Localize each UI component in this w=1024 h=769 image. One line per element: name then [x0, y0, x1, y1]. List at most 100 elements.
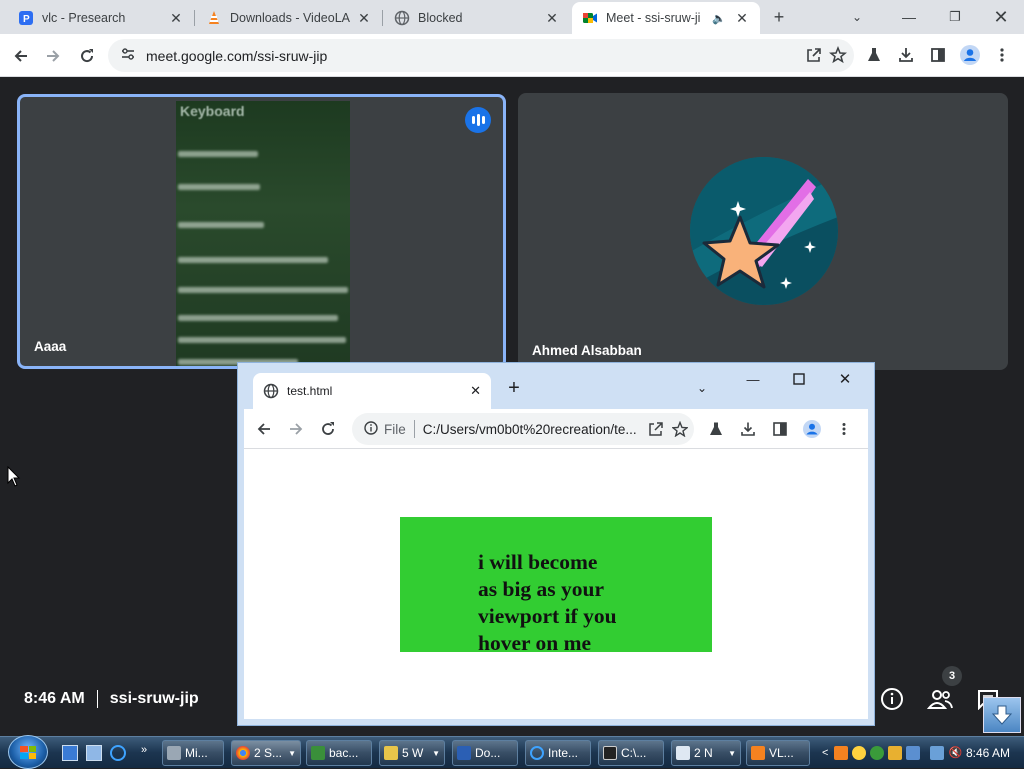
tray-app-icon[interactable]: [852, 746, 867, 760]
tab-search-chevron-icon[interactable]: ⌄: [846, 6, 868, 28]
download-icon[interactable]: [894, 43, 918, 67]
taskbar-item-chrome[interactable]: 2 S... ▼: [231, 740, 301, 766]
new-tab-button[interactable]: +: [503, 377, 525, 399]
close-tab-icon[interactable]: ✕: [734, 10, 750, 26]
quicklaunch-overflow-icon[interactable]: »: [141, 744, 147, 756]
close-tab-icon[interactable]: ✕: [356, 10, 372, 26]
profile-avatar-icon[interactable]: [958, 43, 982, 67]
back-arrow-icon[interactable]: [252, 417, 276, 441]
tab-divider: [382, 10, 383, 26]
site-settings-icon[interactable]: [120, 46, 136, 65]
taskbar-item-vlc[interactable]: VL...: [746, 740, 810, 766]
close-tab-icon[interactable]: ✕: [544, 10, 560, 26]
reload-icon[interactable]: [316, 417, 340, 441]
tab-blocked[interactable]: Blocked ✕: [384, 2, 570, 34]
forward-arrow-icon[interactable]: [284, 417, 308, 441]
taskbar-item-notepad[interactable]: 2 N ▼: [671, 740, 741, 766]
vim-icon: [311, 746, 325, 760]
close-window-button[interactable]: ✕: [990, 6, 1012, 28]
start-button[interactable]: [8, 735, 48, 769]
taskbar-item-7zip[interactable]: C:\...: [598, 740, 664, 766]
hover-box-text: i will become as big as your viewport if…: [478, 549, 678, 657]
tab-title: Meet - ssi-sruw-ji: [606, 11, 701, 25]
new-tab-button[interactable]: +: [768, 6, 790, 28]
download-overlay-icon[interactable]: [983, 697, 1021, 733]
tab-downloads-videolan[interactable]: Downloads - VideoLA ✕: [196, 2, 382, 34]
side-panel-icon[interactable]: [926, 43, 950, 67]
taskbar-clock[interactable]: 8:46 AM: [966, 746, 1010, 760]
tray-status-icon[interactable]: [870, 746, 885, 760]
network-icon[interactable]: [930, 746, 945, 760]
show-desktop-icon[interactable]: [62, 745, 78, 761]
forward-arrow-icon[interactable]: [40, 43, 66, 69]
tab-search-chevron-icon[interactable]: ⌄: [691, 378, 713, 398]
restore-window-button[interactable]: ❐: [944, 6, 966, 28]
close-tab-icon[interactable]: ✕: [470, 383, 481, 399]
taskbar-item-label: Mi...: [185, 746, 208, 760]
camera-text-line: Keyboard: [180, 103, 245, 119]
participant-tile-aaaa[interactable]: Keyboard Aaaa: [17, 94, 506, 369]
participant-name: Ahmed Alsabban: [532, 343, 642, 358]
hover-box-line: i will become: [478, 550, 598, 574]
folder-icon: [384, 746, 398, 760]
participant-name: Aaaa: [34, 339, 67, 354]
camera-text-line: [178, 222, 264, 228]
window-toolbar: File C:/Users/vm0b0t%20recreation/te...: [244, 409, 868, 449]
vlc-tray-icon[interactable]: [834, 746, 849, 760]
maximize-window-button[interactable]: [788, 369, 810, 389]
divider: [413, 420, 415, 438]
taskbar-item-vim[interactable]: bac...: [306, 740, 372, 766]
minimize-window-button[interactable]: —: [742, 369, 764, 389]
taskbar-item-mi[interactable]: Mi...: [162, 740, 224, 766]
download-icon[interactable]: [736, 417, 760, 441]
tab-test-html[interactable]: test.html ✕: [253, 373, 491, 409]
divider: [96, 690, 98, 708]
address-bar[interactable]: File C:/Users/vm0b0t%20recreation/te...: [352, 413, 694, 445]
meeting-code: ssi-sruw-jip: [109, 690, 199, 707]
bookmark-star-icon[interactable]: [668, 417, 692, 441]
notepad-icon: [676, 746, 690, 760]
tray-expand-icon[interactable]: <: [822, 747, 828, 759]
taskbar-item-internet[interactable]: Inte...: [525, 740, 591, 766]
switch-windows-icon[interactable]: [86, 745, 102, 761]
bookmark-star-icon[interactable]: [826, 43, 850, 67]
globe-icon: [394, 10, 410, 26]
taskbar-item-label: C:\...: [621, 746, 647, 760]
minimize-window-button[interactable]: —: [898, 6, 920, 28]
back-arrow-icon[interactable]: [8, 43, 34, 69]
taskbar-item-folders[interactable]: 5 W ▼: [379, 740, 445, 766]
mouse-pointer-icon: [7, 465, 21, 491]
speaking-indicator-icon: [465, 107, 491, 133]
meeting-info-icon[interactable]: [878, 686, 906, 712]
hover-grow-box[interactable]: i will become as big as your viewport if…: [400, 517, 712, 655]
7zip-icon: [603, 746, 617, 760]
tab-meet[interactable]: Meet - ssi-sruw-ji 🔈 ✕: [572, 2, 760, 34]
ie-quicklaunch-icon[interactable]: [110, 745, 126, 761]
windows-taskbar: » Mi... 2 S... ▼ bac... 5 W ▼ Do... Inte..…: [0, 735, 1024, 769]
security-shield-icon[interactable]: [888, 746, 903, 760]
close-window-button[interactable]: ✕: [834, 369, 856, 389]
labs-flask-icon[interactable]: [704, 417, 728, 441]
taskbar-item-document[interactable]: Do...: [452, 740, 518, 766]
profile-avatar-icon[interactable]: [800, 417, 824, 441]
taskbar-item-label: 2 N: [694, 746, 713, 760]
volume-muted-icon[interactable]: 🔇: [948, 746, 962, 760]
browser-toolbar: meet.google.com/ssi-sruw-jip: [0, 34, 1024, 77]
address-bar[interactable]: meet.google.com/ssi-sruw-jip: [108, 39, 854, 72]
labs-flask-icon[interactable]: [862, 43, 886, 67]
share-icon[interactable]: [802, 43, 826, 67]
tab-presearch[interactable]: P vlc - Presearch ✕: [8, 2, 194, 34]
chrome-menu-icon[interactable]: [832, 417, 856, 441]
tray-window-icon[interactable]: [906, 746, 921, 760]
participant-count-badge: 3: [942, 666, 962, 686]
audio-playing-icon[interactable]: 🔈: [712, 12, 726, 25]
side-panel-icon[interactable]: [768, 417, 792, 441]
share-icon[interactable]: [644, 417, 668, 441]
people-icon[interactable]: [926, 686, 954, 712]
participant-tile-ahmed[interactable]: Ahmed Alsabban: [518, 93, 1008, 370]
hover-box-line: as big as your: [478, 577, 605, 601]
info-icon[interactable]: [364, 420, 378, 438]
reload-icon[interactable]: [74, 43, 100, 69]
chrome-menu-icon[interactable]: [990, 43, 1014, 67]
close-tab-icon[interactable]: ✕: [168, 10, 184, 26]
